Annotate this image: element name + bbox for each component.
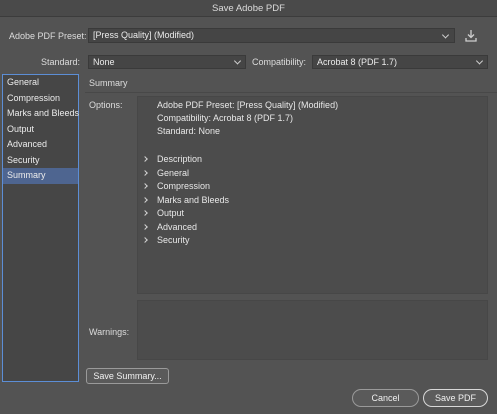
options-line-standard: Standard: None [157, 126, 221, 136]
window-title: Save Adobe PDF [0, 0, 497, 17]
chevron-down-icon [441, 30, 450, 39]
preset-dropdown[interactable]: [Press Quality] (Modified) [88, 28, 455, 43]
tree-item-label: General [157, 167, 190, 178]
tree-item-compression[interactable]: Compression [142, 181, 211, 191]
standard-dropdown[interactable]: None [88, 55, 246, 69]
panel-divider [85, 92, 497, 93]
preset-value: [Press Quality] (Modified) [93, 30, 195, 40]
save-preset-icon[interactable] [464, 28, 478, 44]
chevron-right-icon [142, 183, 148, 189]
save-summary-button[interactable]: Save Summary... [86, 368, 169, 384]
compatibility-value: Acrobat 8 (PDF 1.7) [317, 57, 398, 67]
tree-item-label: Advanced [157, 221, 198, 232]
tree-item-label: Description [157, 154, 203, 164]
sidebar-item-compression[interactable]: Compression [3, 91, 78, 107]
chevron-right-icon [142, 169, 148, 176]
tree-item-label: Compression [157, 181, 211, 191]
tree-item-general[interactable]: General [142, 167, 190, 178]
tree-item-advanced[interactable]: Advanced [142, 221, 198, 232]
warnings-label: Warnings: [89, 327, 130, 337]
chevron-right-icon [142, 237, 148, 243]
tree-item-label: Marks and Bleeds [157, 194, 230, 205]
panel-title: Summary [89, 78, 128, 88]
tree-item-output[interactable]: Output [142, 208, 185, 218]
tree-item-security[interactable]: Security [142, 235, 190, 245]
options-line-preset: Adobe PDF Preset: [Press Quality] (Modif… [157, 100, 339, 110]
save-pdf-button[interactable]: Save PDF [423, 389, 488, 407]
chevron-right-icon [142, 196, 148, 203]
chevron-right-icon [142, 156, 148, 162]
sidebar-item-summary[interactable]: Summary [3, 168, 78, 184]
options-line-compatibility: Compatibility: Acrobat 8 (PDF 1.7) [157, 113, 294, 123]
tree-item-description[interactable]: Description [142, 154, 203, 164]
chevron-down-icon [233, 57, 242, 65]
sidebar-item-security[interactable]: Security [3, 153, 78, 169]
chevron-right-icon [142, 223, 148, 230]
compatibility-label: Compatibility: [252, 57, 307, 67]
save-adobe-pdf-dialog: Save Adobe PDF Adobe PDF Preset: [Press … [0, 0, 497, 414]
compatibility-dropdown[interactable]: Acrobat 8 (PDF 1.7) [312, 55, 488, 69]
options-label: Options: [89, 100, 123, 110]
preset-label: Adobe PDF Preset: [9, 31, 87, 41]
tree-item-marks-and-bleeds[interactable]: Marks and Bleeds [142, 194, 230, 205]
standard-label: Standard: [41, 57, 81, 67]
options-summary-box[interactable]: Adobe PDF Preset: [Press Quality] (Modif… [137, 96, 488, 294]
chevron-down-icon [475, 57, 484, 65]
standard-value: None [93, 57, 115, 67]
sidebar-item-advanced[interactable]: Advanced [3, 137, 78, 153]
sidebar-item-marks-and-bleeds[interactable]: Marks and Bleeds [3, 106, 79, 122]
sidebar-category-list: General Compression Marks and Bleeds Out… [2, 74, 79, 382]
tree-item-label: Security [157, 235, 190, 245]
sidebar-item-output[interactable]: Output [3, 122, 78, 138]
warnings-box[interactable] [137, 300, 488, 360]
chevron-right-icon [142, 210, 148, 216]
tree-item-label: Output [157, 208, 185, 218]
cancel-button[interactable]: Cancel [352, 389, 419, 407]
sidebar-item-general[interactable]: General [3, 75, 78, 91]
